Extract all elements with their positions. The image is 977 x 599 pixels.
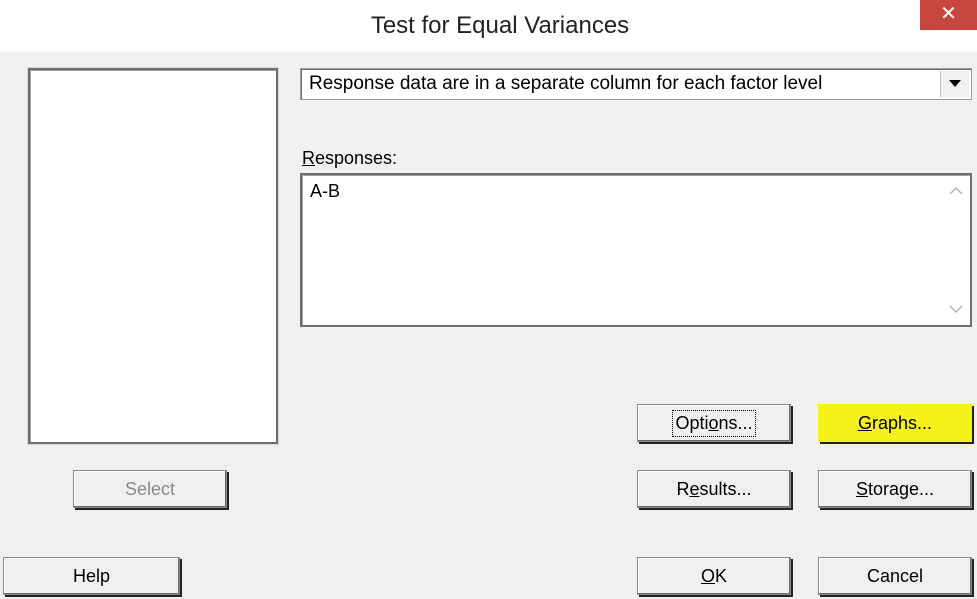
ok-button[interactable]: OK bbox=[637, 557, 791, 595]
responses-value: A-B bbox=[310, 181, 341, 201]
response-format-dropdown[interactable]: Response data are in a separate column f… bbox=[300, 68, 972, 100]
dropdown-selected-value: Response data are in a separate column f… bbox=[309, 73, 823, 94]
options-button[interactable]: Options... bbox=[637, 404, 791, 442]
responses-field[interactable]: A-B bbox=[300, 173, 972, 327]
dialog-title: Test for Equal Variances bbox=[370, 12, 630, 39]
variable-list[interactable] bbox=[28, 68, 278, 444]
dropdown-arrow-icon[interactable] bbox=[940, 71, 969, 97]
graphs-button[interactable]: Graphs... bbox=[818, 404, 972, 442]
help-button[interactable]: Help bbox=[3, 557, 180, 595]
scroll-down-icon[interactable] bbox=[948, 303, 964, 317]
results-button[interactable]: Results... bbox=[637, 470, 791, 508]
close-icon: ✕ bbox=[940, 3, 957, 25]
select-button[interactable]: Select bbox=[73, 470, 227, 508]
responses-label: Responses: bbox=[302, 148, 398, 168]
title-bar: Test for Equal Variances ✕ bbox=[0, 0, 977, 52]
cancel-button[interactable]: Cancel bbox=[818, 557, 972, 595]
close-button[interactable]: ✕ bbox=[920, 0, 977, 30]
storage-button[interactable]: Storage... bbox=[818, 470, 972, 508]
dialog-window: Test for Equal Variances ✕ Response data… bbox=[0, 0, 977, 599]
scroll-up-icon[interactable] bbox=[948, 185, 964, 199]
